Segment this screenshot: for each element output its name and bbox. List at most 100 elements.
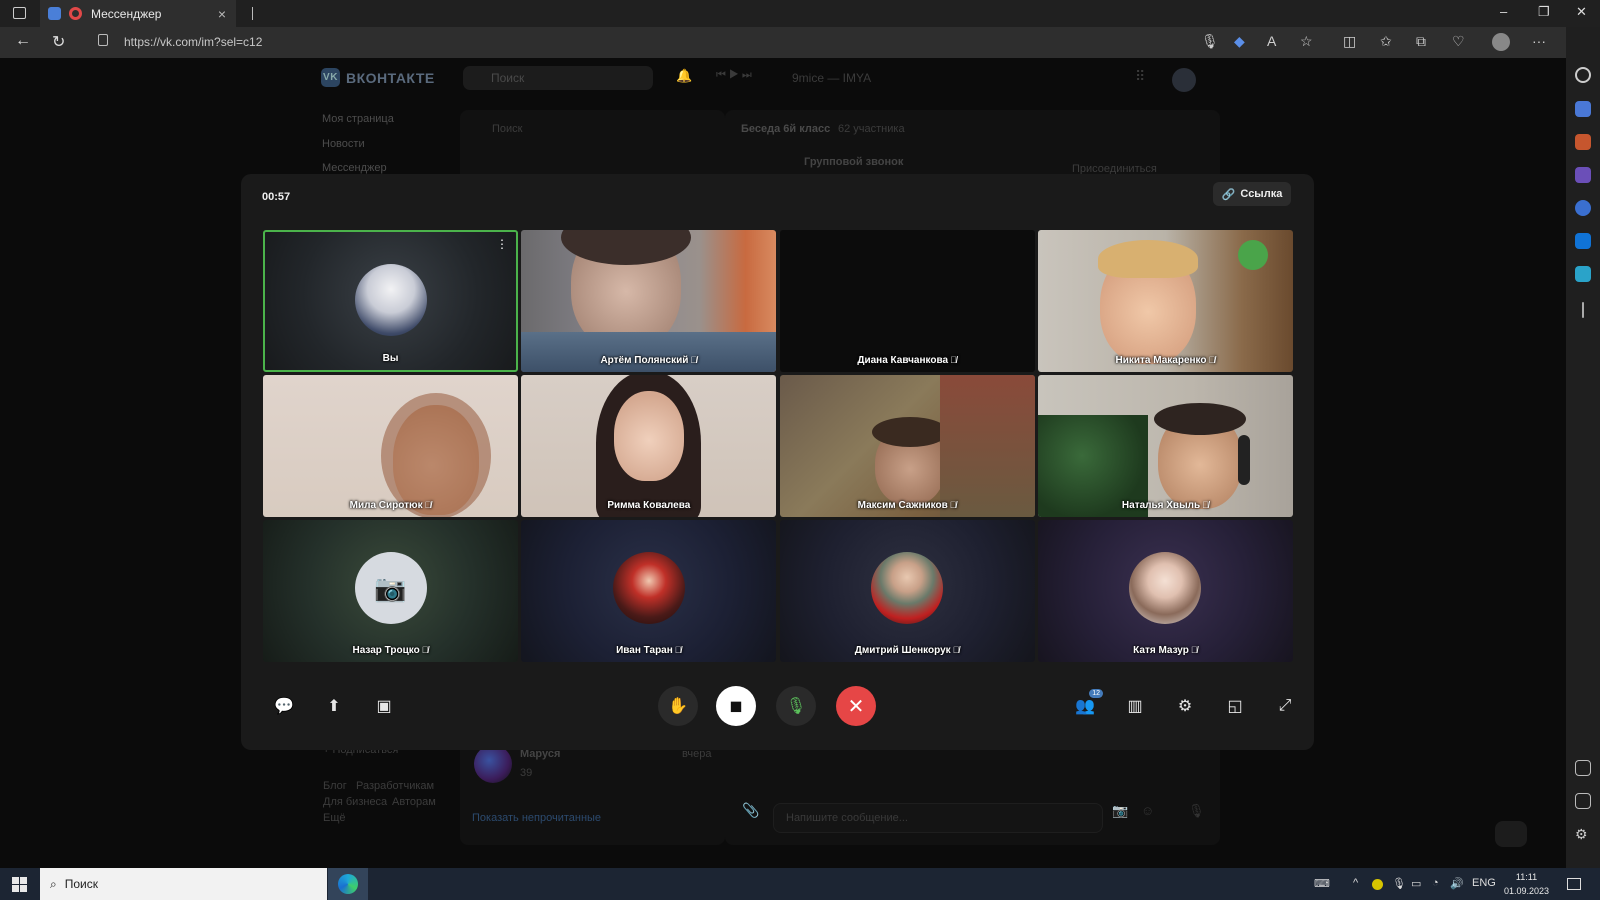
message-input[interactable]: Напишите сообщение... (773, 803, 1103, 833)
participant-tile-video[interactable]: Никита Макаренко 🎙̸ (1037, 230, 1293, 372)
pip-button[interactable]: ◱ (1215, 686, 1255, 726)
participant-tile-video[interactable]: Римма Ковалева (521, 375, 777, 517)
record-button[interactable]: ▣ (364, 686, 404, 726)
screen-share-button[interactable]: ⬆ (314, 686, 354, 726)
conversation-search[interactable]: Поиск (492, 123, 522, 135)
participant-tile-self[interactable]: ⋮ Вы (263, 230, 518, 372)
tab-actions-icon[interactable] (13, 7, 26, 19)
end-call-button[interactable]: ✕ (836, 686, 876, 726)
participant-tile-video[interactable]: Артём Полянский 🎙̸ (521, 230, 777, 372)
taskbar-clock[interactable]: 11:11 01.09.2023 (1504, 870, 1549, 898)
participant-tile-avatar[interactable]: Катя Мазур 🎙̸ (1037, 520, 1293, 662)
vk-user-avatar[interactable] (1172, 68, 1196, 92)
url-field[interactable]: https://vk.com/im?sel=c12 (124, 35, 262, 49)
fullscreen-button[interactable]: ⤢ (1265, 686, 1305, 726)
language-indicator[interactable]: ENG (1472, 877, 1496, 889)
sidebar-m365-icon[interactable] (1575, 200, 1591, 216)
notifications-icon[interactable]: 🔔 (676, 68, 692, 84)
participant-tile-video[interactable]: Диана Кавчанкова 🎙̸ (779, 230, 1035, 372)
participants-grid: ⋮ Вы Артём Полянский 🎙̸ Диана Кавчанкова 🎙… (263, 230, 1293, 668)
sidebar-tools-icon[interactable] (1575, 134, 1591, 150)
microphone-toggle-button[interactable]: 🎙 (776, 686, 816, 726)
camera-icon[interactable]: 📷 (1112, 803, 1128, 819)
close-window-icon[interactable]: ✕ (1576, 4, 1587, 20)
wifi-icon[interactable]: ◔ (1432, 877, 1439, 889)
participant-tile-avatar[interactable]: Дмитрий Шенкорук 🎙̸ (779, 520, 1035, 662)
conversation-avatar[interactable] (474, 745, 512, 783)
favorite-star-icon[interactable]: ☆ (1300, 33, 1313, 50)
participant-tile-avatar[interactable]: 📷 Назар Троцко 🎙̸ (263, 520, 518, 662)
copy-link-button[interactable]: 🔗 Ссылка (1213, 182, 1291, 206)
now-playing[interactable]: 9mice — IMYA (792, 71, 871, 85)
notifications-center-icon[interactable] (1567, 878, 1581, 890)
more-menu-icon[interactable]: ··· (1532, 33, 1546, 49)
extension-icon[interactable]: ◆ (1234, 33, 1245, 50)
player-controls-icon[interactable]: ⏮ ▶ ⏭ (716, 69, 752, 82)
minimize-icon[interactable]: – (1500, 4, 1507, 19)
lock-icon[interactable] (98, 34, 108, 46)
sidebar-external-icon[interactable] (1575, 793, 1591, 809)
read-aloud-icon[interactable]: A (1267, 33, 1276, 49)
participant-tile-video[interactable]: Наталья Хвыль 🎙̸ (1037, 375, 1293, 517)
back-icon[interactable]: ← (15, 32, 31, 50)
chat-members-count[interactable]: 62 участника (838, 123, 905, 135)
footer-link-developers[interactable]: Разработчикам (356, 780, 434, 792)
tray-overflow-icon[interactable]: ^ (1353, 877, 1358, 889)
taskbar-search[interactable]: ⌕ Поиск (40, 868, 327, 900)
show-unread-link[interactable]: Показать непрочитанные (472, 812, 601, 824)
refresh-icon[interactable]: ↻ (52, 32, 65, 52)
mic-muted-icon: 🎙̸ (421, 645, 429, 655)
sidebar-telegram-icon[interactable] (1575, 266, 1591, 282)
layout-button[interactable]: ▥ (1115, 686, 1155, 726)
microphone-permission-icon[interactable]: 🎙 (1201, 33, 1219, 50)
split-screen-icon[interactable]: ◫ (1343, 33, 1356, 50)
tile-menu-icon[interactable]: ⋮ (496, 238, 508, 250)
footer-link-business[interactable]: Для бизнеса (323, 796, 387, 808)
sidebar-split-icon[interactable] (1575, 760, 1591, 776)
sidebar-item-messenger[interactable]: Мессенджер (322, 162, 387, 174)
chat-bubble-icon[interactable] (1495, 821, 1527, 847)
apps-grid-icon[interactable]: ⠿ (1135, 68, 1145, 85)
settings-button[interactable]: ⚙ (1165, 686, 1205, 726)
raise-hand-button[interactable]: ✋ (658, 686, 698, 726)
sidebar-games-icon[interactable] (1575, 167, 1591, 183)
chat-title[interactable]: Беседа 6й класс (741, 123, 830, 135)
sidebar-add-icon[interactable] (1582, 302, 1584, 318)
camera-toggle-button[interactable]: ◼ (716, 686, 756, 726)
tray-app-icon[interactable] (1372, 879, 1383, 890)
participants-button[interactable]: 👥 12 (1065, 686, 1105, 726)
sidebar-settings-icon[interactable]: ⚙ (1575, 826, 1591, 842)
start-button[interactable] (12, 877, 27, 892)
volume-icon[interactable]: 🔊 (1450, 877, 1464, 890)
browser-tab-messenger[interactable]: Мессенджер × (40, 0, 236, 27)
browser-essentials-icon[interactable]: ♡ (1452, 33, 1465, 50)
collections-icon[interactable]: ⧉ (1416, 33, 1426, 50)
close-tab-icon[interactable]: × (218, 6, 226, 22)
participant-name: Максим Сажников (857, 500, 948, 511)
sidebar-item-my-page[interactable]: Моя страница (322, 113, 394, 125)
taskbar-edge-app[interactable] (328, 868, 368, 900)
vk-logo[interactable]: VK ВКОНТАКТЕ (321, 68, 435, 87)
tray-mic-icon[interactable]: 🎙 (1392, 877, 1406, 890)
keyboard-icon[interactable]: ⌨ (1314, 877, 1330, 890)
battery-icon[interactable]: ▭ (1411, 877, 1421, 890)
voice-message-icon[interactable]: 🎙 (1188, 803, 1205, 819)
footer-link-more[interactable]: Ещё (323, 812, 346, 824)
sidebar-outlook-icon[interactable] (1575, 233, 1591, 249)
favorites-icon[interactable]: ✩ (1380, 33, 1392, 50)
sidebar-item-news[interactable]: Новости (322, 138, 365, 150)
emoji-icon[interactable]: ☺ (1141, 803, 1154, 818)
participant-tile-video[interactable]: Мила Сиротюк 🎙̸ (263, 375, 518, 517)
profile-avatar-icon[interactable] (1492, 33, 1510, 51)
attach-icon[interactable]: 📎 (742, 802, 759, 819)
participant-tile-video[interactable]: Максим Сажников 🎙̸ (779, 375, 1035, 517)
participant-tile-avatar[interactable]: Иван Таран 🎙̸ (521, 520, 777, 662)
participant-name: Назар Троцко (352, 645, 420, 656)
restore-icon[interactable]: ❐ (1538, 4, 1550, 20)
footer-link-authors[interactable]: Авторам (392, 796, 436, 808)
sidebar-shopping-icon[interactable] (1575, 101, 1591, 117)
sidebar-search-icon[interactable] (1575, 67, 1591, 83)
chat-button[interactable]: 💬 (264, 686, 304, 726)
footer-link-blog[interactable]: Блог (323, 780, 347, 792)
vk-search-input[interactable]: Поиск (463, 66, 653, 90)
